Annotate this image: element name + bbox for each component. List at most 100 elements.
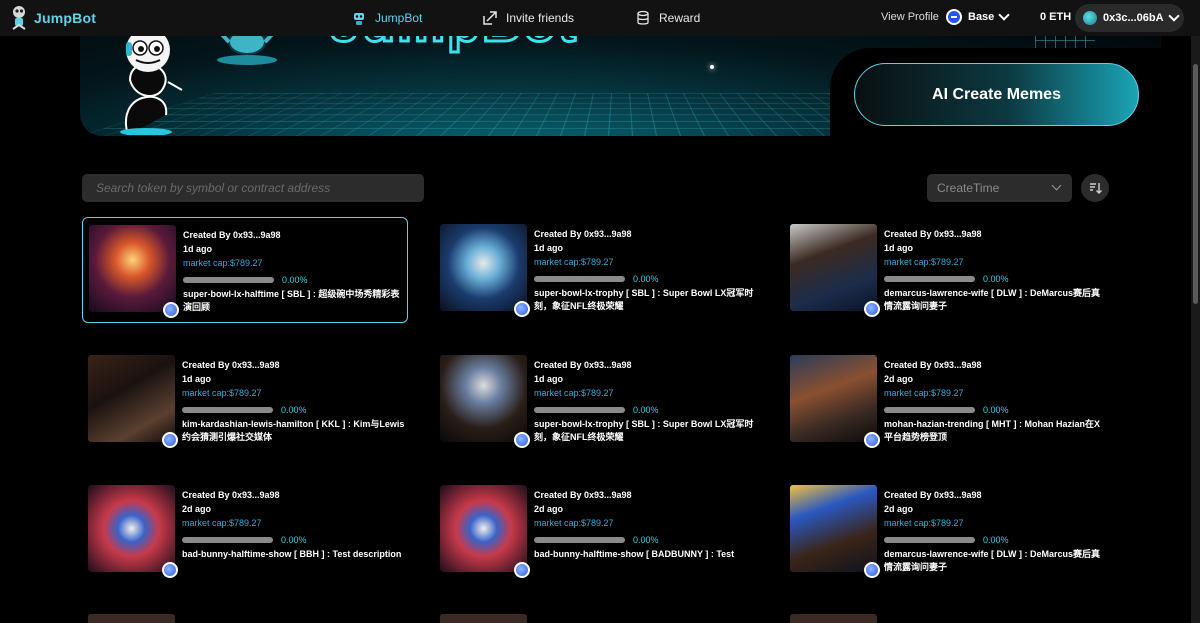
progress-bar bbox=[534, 276, 625, 282]
token-age: 2d ago bbox=[534, 504, 564, 514]
token-creator: Created By 0x93...9a98 bbox=[884, 490, 982, 500]
token-market-cap: market cap:$789.27 bbox=[182, 518, 262, 528]
token-age: 1d ago bbox=[534, 374, 564, 384]
progress-bar bbox=[182, 537, 273, 543]
token-card[interactable]: Created By 0x93...9a98 1d ago market cap… bbox=[434, 217, 760, 323]
coin-stack-icon bbox=[637, 10, 649, 25]
progress-percent: 0.00% bbox=[282, 275, 308, 285]
token-info: Created By 0x93...9a98 2d ago market cap… bbox=[534, 488, 758, 561]
page-scrollbar[interactable] bbox=[1191, 36, 1200, 623]
progress-bar bbox=[884, 407, 975, 413]
bonding-progress: 0.00% bbox=[884, 534, 1108, 546]
token-card[interactable]: Created By 0x93...9a98 2d ago market cap… bbox=[784, 478, 1110, 584]
token-card[interactable]: Created By 0x93...9a98 2d ago market cap… bbox=[82, 478, 408, 584]
token-creator: Created By 0x93...9a98 bbox=[182, 490, 280, 500]
token-search-input[interactable] bbox=[82, 174, 424, 202]
top-navigation-bar: JumpBot JumpBot Invite friends Reward Vi… bbox=[0, 0, 1200, 36]
wallet-address: 0x3c...06bA bbox=[1103, 12, 1164, 24]
token-image bbox=[440, 224, 527, 311]
nav-reward[interactable]: Reward bbox=[635, 0, 700, 36]
pepe-robot-mascot-image bbox=[120, 28, 183, 135]
next-row-thumbnail-peek bbox=[88, 614, 175, 623]
view-profile-link[interactable]: View Profile bbox=[881, 11, 939, 23]
app-logo[interactable]: JumpBot bbox=[8, 5, 96, 31]
token-description: super-bowl-lx-trophy [ SBL ] : Super Bow… bbox=[534, 419, 754, 442]
progress-bar bbox=[182, 407, 273, 413]
token-info: Created By 0x93...9a98 1d ago market cap… bbox=[534, 227, 758, 313]
token-age: 2d ago bbox=[182, 504, 212, 514]
nav-invite-friends[interactable]: Invite friends bbox=[482, 0, 574, 36]
progress-percent: 0.00% bbox=[633, 274, 659, 284]
token-card[interactable]: Created By 0x93...9a98 1d ago market cap… bbox=[434, 348, 760, 454]
base-chain-badge-icon bbox=[864, 301, 880, 317]
bonding-progress: 0.00% bbox=[182, 534, 406, 546]
share-arrow-icon bbox=[483, 11, 497, 25]
progress-bar bbox=[884, 276, 975, 282]
token-age: 1d ago bbox=[534, 243, 564, 253]
ai-create-memes-button[interactable]: AI Create Memes bbox=[854, 63, 1139, 126]
token-image bbox=[790, 224, 877, 311]
token-creator: Created By 0x93...9a98 bbox=[884, 229, 982, 239]
token-description: super-bowl-lx-trophy [ SBL ] : Super Bow… bbox=[534, 288, 754, 311]
scrollbar-thumb[interactable] bbox=[1193, 64, 1198, 304]
token-info: Created By 0x93...9a98 2d ago market cap… bbox=[182, 488, 406, 561]
progress-percent: 0.00% bbox=[281, 535, 307, 545]
sort-by-value: CreateTime bbox=[937, 181, 1000, 195]
token-info: Created By 0x93...9a98 2d ago market cap… bbox=[884, 358, 1108, 444]
token-market-cap: market cap:$789.27 bbox=[534, 388, 614, 398]
bonding-progress: 0.00% bbox=[534, 273, 758, 285]
base-chain-badge-icon bbox=[864, 432, 880, 448]
nav-reward-label: Reward bbox=[659, 11, 701, 25]
progress-percent: 0.00% bbox=[633, 535, 659, 545]
token-card[interactable]: Created By 0x93...9a98 1d ago market cap… bbox=[82, 217, 408, 323]
token-card[interactable]: Created By 0x93...9a98 1d ago market cap… bbox=[784, 217, 1110, 323]
token-info: Created By 0x93...9a98 1d ago market cap… bbox=[884, 227, 1108, 313]
token-description: super-bowl-lx-halftime [ SBL ] : 超级碗中场秀精… bbox=[183, 289, 400, 312]
token-card[interactable]: Created By 0x93...9a98 2d ago market cap… bbox=[434, 478, 760, 584]
wallet-button[interactable]: 0x3c...06bA bbox=[1075, 4, 1184, 32]
next-row-thumbnail-peek bbox=[790, 614, 877, 623]
progress-bar bbox=[534, 537, 625, 543]
token-age: 1d ago bbox=[182, 374, 212, 384]
progress-bar bbox=[534, 407, 625, 413]
token-image bbox=[89, 225, 176, 312]
chevron-down-icon bbox=[998, 9, 1010, 21]
nav-jumpbot[interactable]: JumpBot bbox=[351, 0, 422, 36]
token-market-cap: market cap:$789.27 bbox=[534, 518, 614, 528]
eth-balance: 0 ETH bbox=[1040, 11, 1072, 23]
app-name: JumpBot bbox=[34, 10, 97, 26]
network-selector[interactable]: Base bbox=[946, 9, 1010, 25]
token-market-cap: market cap:$789.27 bbox=[884, 257, 964, 267]
token-image bbox=[88, 485, 175, 572]
wallet-avatar-icon bbox=[1083, 11, 1097, 25]
base-chain-badge-icon bbox=[514, 432, 530, 448]
token-creator: Created By 0x93...9a98 bbox=[534, 360, 632, 370]
token-card[interactable]: Created By 0x93...9a98 2d ago market cap… bbox=[784, 348, 1110, 454]
token-card[interactable]: Created By 0x93...9a98 1d ago market cap… bbox=[82, 348, 408, 454]
progress-percent: 0.00% bbox=[983, 274, 1009, 284]
token-creator: Created By 0x93...9a98 bbox=[534, 490, 632, 500]
progress-percent: 0.00% bbox=[633, 405, 659, 415]
token-creator: Created By 0x93...9a98 bbox=[182, 360, 280, 370]
sort-by-select[interactable]: CreateTime bbox=[927, 174, 1072, 202]
token-image bbox=[790, 485, 877, 572]
token-description: bad-bunny-halftime-show [ BBH ] : Test d… bbox=[182, 549, 402, 559]
token-creator: Created By 0x93...9a98 bbox=[534, 229, 632, 239]
sort-descending-icon bbox=[1090, 183, 1102, 194]
token-info: Created By 0x93...9a98 2d ago market cap… bbox=[884, 488, 1108, 574]
token-info: Created By 0x93...9a98 1d ago market cap… bbox=[534, 358, 758, 444]
token-creator: Created By 0x93...9a98 bbox=[884, 360, 982, 370]
token-info: Created By 0x93...9a98 1d ago market cap… bbox=[182, 358, 406, 444]
token-creator: Created By 0x93...9a98 bbox=[183, 230, 281, 240]
bonding-progress: 0.00% bbox=[884, 404, 1108, 416]
base-chain-badge-icon bbox=[162, 562, 178, 578]
token-description: demarcus-lawrence-wife [ DLW ] : DeMarcu… bbox=[884, 288, 1101, 311]
base-chain-badge-icon bbox=[514, 562, 530, 578]
sort-order-button[interactable] bbox=[1081, 174, 1109, 202]
network-name: Base bbox=[968, 11, 995, 23]
progress-bar bbox=[183, 277, 274, 283]
bonding-progress: 0.00% bbox=[534, 404, 758, 416]
token-age: 2d ago bbox=[884, 374, 914, 384]
token-description: demarcus-lawrence-wife [ DLW ] : DeMarcu… bbox=[884, 549, 1101, 572]
token-description: bad-bunny-halftime-show [ BADBUNNY ] : T… bbox=[534, 549, 735, 559]
